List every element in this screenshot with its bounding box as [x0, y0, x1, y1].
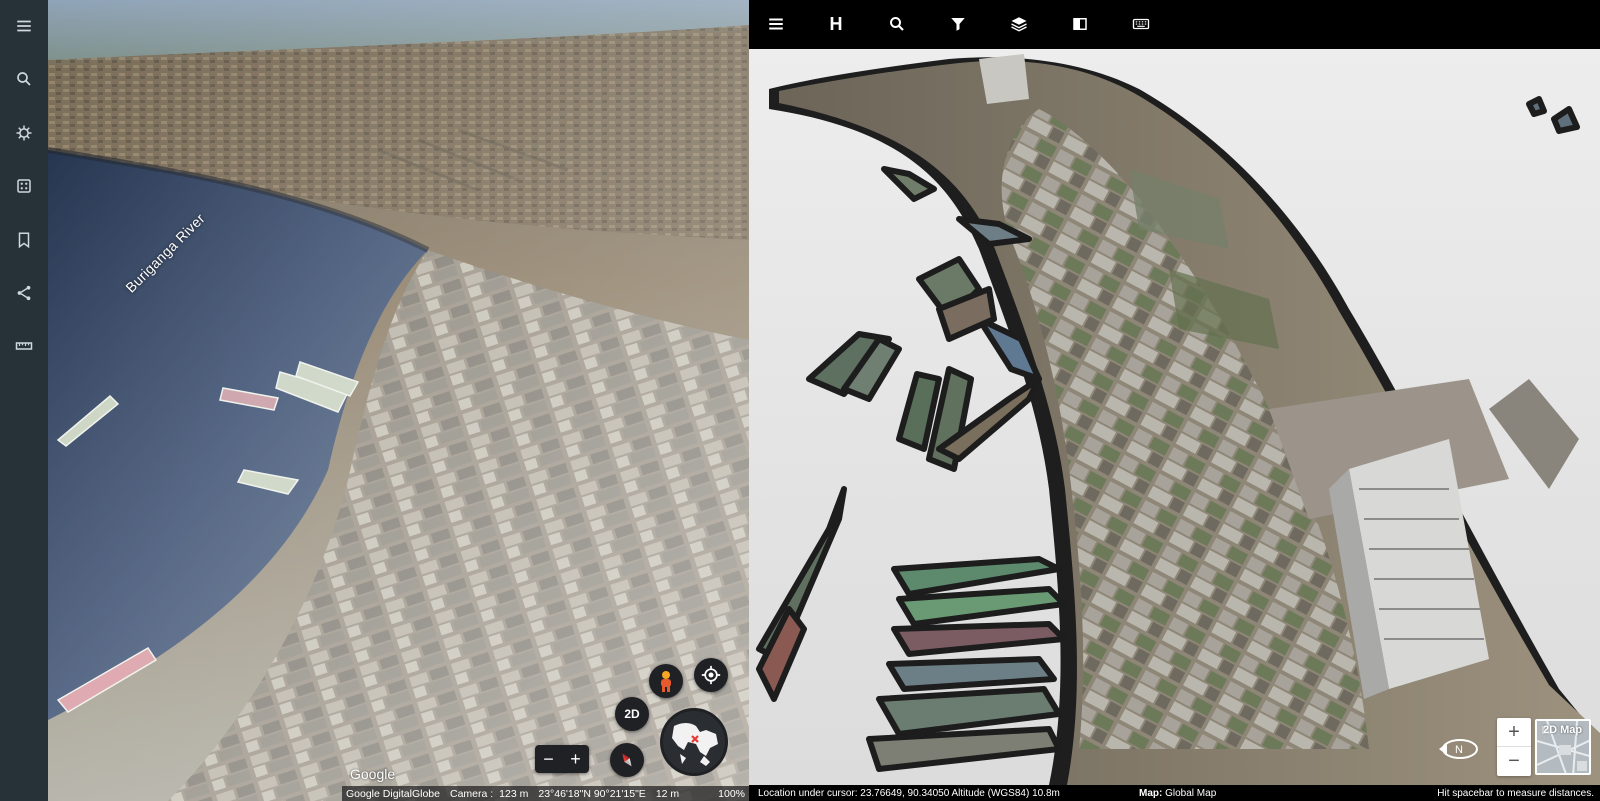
mini-globe[interactable]: [660, 708, 728, 776]
filter-button[interactable]: [945, 11, 971, 37]
voyager-button[interactable]: [8, 117, 40, 149]
measure-button[interactable]: [8, 330, 40, 362]
split-view-button[interactable]: [1067, 11, 1093, 37]
camera-altitude: 123 m: [499, 787, 529, 800]
camera-label: Camera :: [449, 787, 494, 800]
photogrammetry-3d-view[interactable]: [749, 49, 1600, 786]
viewer-zoom-out-button[interactable]: −: [1497, 747, 1531, 776]
keyboard-icon: [1132, 18, 1150, 30]
voyager-icon: [16, 125, 32, 141]
layers-icon: [1011, 17, 1027, 32]
map-label: Map:: [1139, 787, 1163, 799]
split-view-icon: [1073, 18, 1087, 30]
filter-icon: [951, 18, 965, 31]
load-percent: 100%: [718, 787, 745, 800]
globe-icon: [663, 711, 725, 773]
my-location-button[interactable]: [694, 658, 728, 692]
cursor-location-readout: Location under cursor: 23.76649, 90.3405…: [758, 787, 1060, 799]
keyboard-shortcuts-button[interactable]: [1128, 11, 1154, 37]
satellite-imagery: [48, 0, 749, 801]
earth-side-rail: [0, 0, 48, 801]
menu-icon: [17, 20, 31, 32]
ruler-icon: [15, 342, 33, 350]
map-value: Global Map: [1165, 787, 1217, 799]
toggle-2d-button[interactable]: 2D: [615, 697, 649, 731]
viewer-status-bar: Location under cursor: 23.76649, 90.3405…: [749, 785, 1600, 801]
feeling-lucky-icon: [17, 179, 31, 193]
menu-icon: [769, 18, 783, 30]
riverbank-3d-model: [749, 49, 1600, 786]
bookmark-icon: [18, 232, 30, 249]
search-icon: [890, 17, 904, 31]
model-viewer-panel: H N + − 2D Map Location under cursor: 23…: [749, 0, 1600, 801]
ground-elevation: 12 m: [655, 787, 680, 800]
viewer-zoom-in-button[interactable]: +: [1497, 718, 1531, 747]
earth-zoom-in-button[interactable]: +: [564, 746, 588, 772]
earth-status-bar: Google DigitalGlobe Camera : 123 m 23°46…: [342, 786, 749, 801]
pegman-icon: [661, 671, 671, 692]
search-icon: [17, 72, 31, 86]
viewer-menu-button[interactable]: [763, 11, 789, 37]
active-map-readout: Map: Global Map: [1139, 788, 1216, 799]
cursor-coordinates: 23°46'18"N 90°21'15"E: [538, 787, 646, 800]
viewer-toolbar: H: [749, 0, 1600, 49]
compass-icon: [622, 753, 632, 767]
earth-3d-view[interactable]: Buriganga River: [48, 0, 749, 801]
home-button[interactable]: H: [823, 11, 849, 37]
feeling-lucky-button[interactable]: [8, 170, 40, 202]
measure-hint: Hit spacebar to measure distances.: [1437, 787, 1594, 799]
layers-button[interactable]: [1006, 11, 1032, 37]
street-view-button[interactable]: [649, 664, 683, 698]
share-button[interactable]: [8, 277, 40, 309]
projects-button[interactable]: [8, 224, 40, 256]
imagery-attribution: Google DigitalGlobe: [346, 787, 440, 800]
viewer-search-button[interactable]: [884, 11, 910, 37]
viewer-zoom-control: + −: [1497, 718, 1531, 776]
svg-text:N: N: [1455, 744, 1463, 756]
map-2d-toggle[interactable]: 2D Map: [1535, 719, 1591, 775]
google-earth-panel: Buriganga River 2D − + Google Google Dig…: [0, 0, 749, 801]
north-arrow-icon[interactable]: N: [1437, 737, 1479, 761]
search-button[interactable]: [8, 63, 40, 95]
crosshair-icon: [701, 665, 721, 685]
menu-button[interactable]: [8, 10, 40, 42]
map2d-label: 2D Map: [1543, 724, 1583, 736]
google-logo: Google: [350, 766, 396, 782]
earth-zoom-out-button[interactable]: −: [537, 746, 561, 772]
share-icon: [17, 285, 31, 301]
earth-zoom-control: − +: [535, 745, 589, 773]
compass-button[interactable]: [610, 743, 644, 777]
